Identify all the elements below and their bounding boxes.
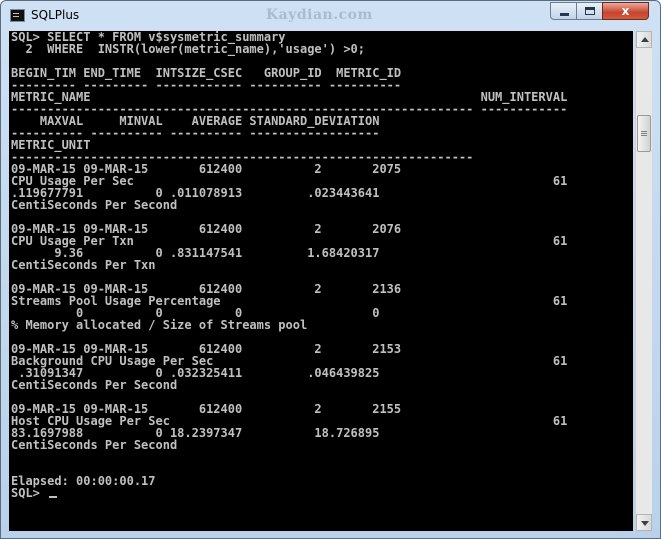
title-bar[interactable]: SQLPlus Kaydian.com x bbox=[1, 1, 660, 31]
console-line: CentiSeconds Per Second bbox=[11, 198, 178, 212]
vertical-scrollbar[interactable] bbox=[635, 31, 652, 531]
watermark: Kaydian.com bbox=[266, 7, 373, 23]
console-line: 2 WHERE INSTR(lower(metric_name),'usage'… bbox=[11, 42, 366, 56]
close-button[interactable]: x bbox=[602, 2, 649, 20]
prompt-text: SQL> bbox=[11, 486, 48, 500]
close-icon: x bbox=[621, 4, 630, 18]
arrow-up-icon bbox=[641, 37, 649, 42]
console-line: CentiSeconds Per Second bbox=[11, 378, 178, 392]
console-output[interactable]: SQL> SELECT * FROM v$sysmetric_summary 2… bbox=[9, 31, 633, 531]
console-line: Elapsed: 00:00:00.17 bbox=[11, 474, 156, 488]
window-title: SQLPlus bbox=[31, 8, 80, 22]
terminal-text: SQL> SELECT * FROM v$sysmetric_summary 2… bbox=[11, 31, 567, 499]
scroll-down-button[interactable] bbox=[636, 514, 652, 531]
sqlplus-window: SQLPlus Kaydian.com x SQL> SELECT * FROM… bbox=[0, 0, 661, 539]
console-line: CentiSeconds Per Txn bbox=[11, 258, 156, 272]
console-line: CentiSeconds Per Second bbox=[11, 438, 178, 452]
minimize-icon bbox=[560, 13, 569, 16]
minimize-button[interactable] bbox=[550, 2, 577, 20]
console-line: % Memory allocated / Size of Streams poo… bbox=[11, 318, 308, 332]
sql-prompt[interactable]: SQL> bbox=[11, 487, 567, 499]
sqlplus-console-icon[interactable] bbox=[10, 9, 25, 22]
maximize-icon bbox=[585, 7, 595, 15]
maximize-button[interactable] bbox=[576, 2, 603, 20]
text-cursor bbox=[49, 496, 58, 498]
scroll-up-button[interactable] bbox=[636, 31, 652, 48]
arrow-down-icon bbox=[641, 521, 649, 526]
scrollbar-thumb[interactable] bbox=[637, 115, 651, 152]
console-line: ---------- ---------- ---------- -------… bbox=[11, 126, 380, 140]
